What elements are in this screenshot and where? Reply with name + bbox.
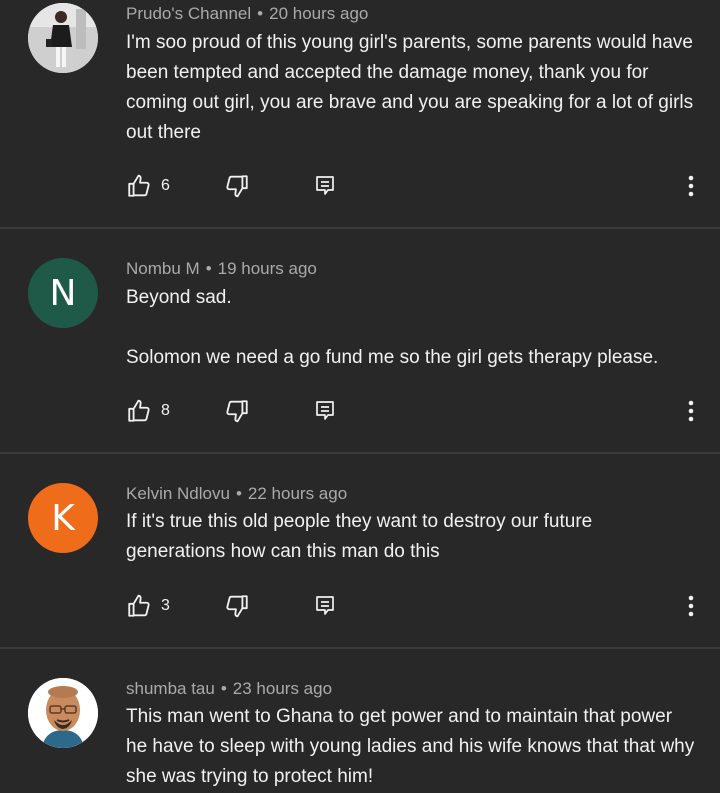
dislike-button[interactable] bbox=[224, 171, 250, 201]
more-vert-icon bbox=[688, 595, 694, 617]
comment-paragraph: Beyond sad. bbox=[126, 287, 232, 308]
comment-meta: shumba tau • 23 hours ago bbox=[126, 679, 332, 699]
meta-separator: • bbox=[220, 679, 227, 698]
comment-item: K Kelvin Ndlovu • 22 hours ago If it's tru… bbox=[0, 454, 720, 649]
dislike-button[interactable] bbox=[224, 396, 250, 426]
comment-meta: Kelvin Ndlovu • 22 hours ago bbox=[126, 484, 347, 504]
more-options-button[interactable] bbox=[684, 396, 698, 426]
comment-text: Beyond sad. Solomon we need a go fund me… bbox=[126, 283, 696, 373]
avatar[interactable]: K bbox=[28, 483, 98, 553]
like-button[interactable]: 6 bbox=[126, 171, 170, 201]
meta-separator: • bbox=[257, 4, 264, 23]
comment-actions: 6 bbox=[126, 171, 698, 201]
meta-separator: • bbox=[205, 259, 212, 278]
avatar-letter: K bbox=[51, 497, 75, 539]
dislike-button[interactable] bbox=[224, 591, 250, 621]
thumbs-up-icon bbox=[128, 399, 150, 422]
thumbs-up-icon bbox=[128, 594, 150, 617]
author-name[interactable]: shumba tau bbox=[126, 679, 215, 698]
thumbs-down-icon bbox=[226, 175, 248, 198]
avatar[interactable] bbox=[28, 3, 98, 73]
like-button[interactable]: 3 bbox=[126, 591, 170, 621]
comment-text: If it's true this old people they want t… bbox=[126, 507, 696, 567]
meta-separator: • bbox=[235, 484, 242, 503]
author-name[interactable]: Nombu M bbox=[126, 259, 200, 278]
comment-timestamp[interactable]: 23 hours ago bbox=[233, 679, 332, 698]
avatar[interactable]: N bbox=[28, 258, 98, 328]
comment-paragraph: If it's true this old people they want t… bbox=[126, 511, 593, 562]
reply-icon bbox=[316, 176, 334, 195]
comment-timestamp[interactable]: 19 hours ago bbox=[218, 259, 317, 278]
more-options-button[interactable] bbox=[684, 171, 698, 201]
thumbs-down-icon bbox=[226, 400, 248, 423]
comment-meta: Nombu M • 19 hours ago bbox=[126, 259, 317, 279]
avatar-cartoon-icon bbox=[28, 678, 98, 748]
thumbs-up-icon bbox=[128, 174, 150, 197]
reply-button[interactable] bbox=[314, 171, 336, 201]
author-name[interactable]: Kelvin Ndlovu bbox=[126, 484, 230, 503]
like-count: 6 bbox=[161, 177, 170, 194]
comment-item: shumba tau • 23 hours ago This man went to… bbox=[0, 649, 720, 793]
reply-icon bbox=[316, 401, 334, 420]
avatar-photo-icon bbox=[28, 3, 98, 73]
comment-actions: 3 bbox=[126, 591, 698, 621]
comment-timestamp[interactable]: 22 hours ago bbox=[248, 484, 347, 503]
more-options-button[interactable] bbox=[684, 591, 698, 621]
reply-button[interactable] bbox=[314, 591, 336, 621]
comment-paragraph: This man went to Ghana to get power and … bbox=[126, 706, 695, 787]
comment-actions: 8 bbox=[126, 396, 698, 426]
like-count: 8 bbox=[161, 402, 170, 419]
more-vert-icon bbox=[688, 400, 694, 422]
comment-paragraph: I'm soo proud of this young girl's paren… bbox=[126, 32, 694, 143]
comment-item: N Nombu M • 19 hours ago Beyond sad. Solom… bbox=[0, 229, 720, 454]
comment-timestamp[interactable]: 20 hours ago bbox=[269, 4, 368, 23]
comment-text: I'm soo proud of this young girl's paren… bbox=[126, 28, 696, 148]
comment-meta: Prudo's Channel • 20 hours ago bbox=[126, 4, 368, 24]
comment-item: Prudo's Channel • 20 hours ago I'm soo pro… bbox=[0, 0, 720, 229]
comment-text: This man went to Ghana to get power and … bbox=[126, 702, 696, 792]
author-name[interactable]: Prudo's Channel bbox=[126, 4, 251, 23]
like-count: 3 bbox=[161, 597, 170, 614]
more-vert-icon bbox=[688, 175, 694, 197]
comment-paragraph: Solomon we need a go fund me so the girl… bbox=[126, 347, 659, 368]
reply-button[interactable] bbox=[314, 396, 336, 426]
avatar[interactable] bbox=[28, 678, 98, 748]
like-button[interactable]: 8 bbox=[126, 396, 170, 426]
thumbs-down-icon bbox=[226, 595, 248, 618]
avatar-letter: N bbox=[49, 272, 77, 314]
reply-icon bbox=[316, 596, 334, 615]
